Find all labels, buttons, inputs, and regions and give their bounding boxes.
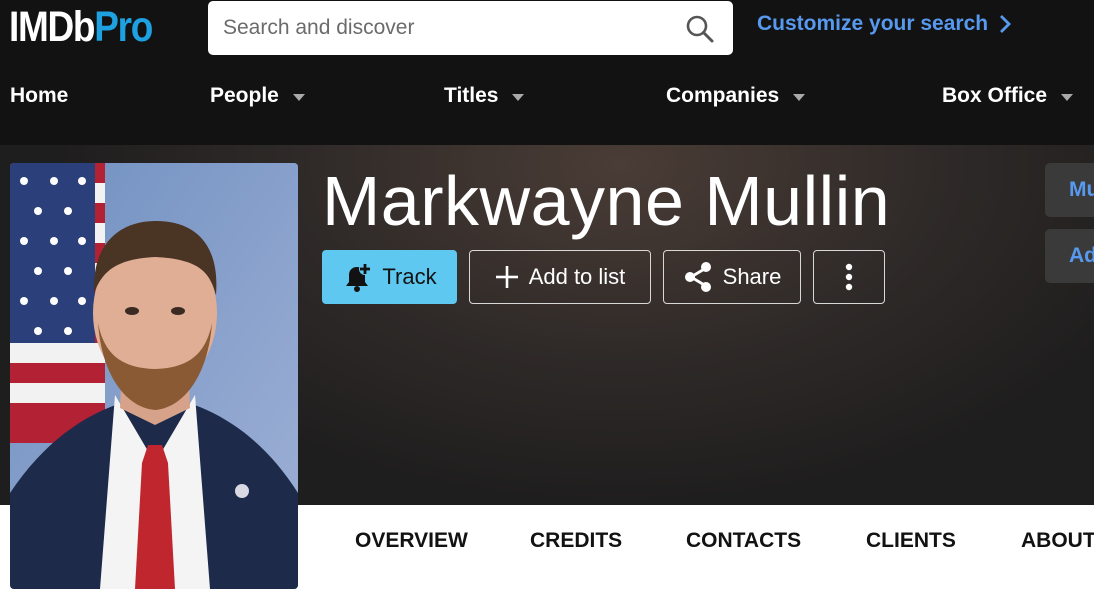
side-action-label-2: Ad: [1069, 244, 1094, 267]
nav-titles-label: Titles: [444, 84, 499, 107]
profile-name: Markwayne Mullin: [322, 162, 891, 240]
nav-box-office[interactable]: Box Office: [942, 84, 1074, 108]
search-input[interactable]: [221, 15, 661, 41]
customize-search-label: Customize your search: [757, 12, 989, 35]
nav-people[interactable]: People: [210, 84, 305, 108]
nav-companies[interactable]: Companies: [666, 84, 806, 108]
logo-pro-text: Pro: [94, 3, 153, 51]
add-to-list-label: Add to list: [528, 264, 626, 289]
caret-down-icon: [512, 93, 525, 101]
add-to-list-button[interactable]: Add to list: [469, 250, 651, 304]
nav-people-label: People: [210, 84, 279, 107]
chevron-right-icon: [1000, 15, 1012, 33]
nav-box-office-label: Box Office: [942, 84, 1048, 107]
search-bar[interactable]: [208, 1, 733, 55]
nav-titles[interactable]: Titles: [444, 84, 525, 108]
side-action-button-2[interactable]: Ad: [1045, 229, 1094, 283]
search-icon[interactable]: [685, 14, 715, 44]
kebab-menu-icon: [845, 263, 853, 291]
tab-overview[interactable]: OVERVIEW: [355, 529, 468, 553]
caret-down-icon: [1061, 93, 1074, 101]
more-options-button[interactable]: [813, 250, 885, 304]
share-label: Share: [722, 264, 782, 289]
nav-home-label: Home: [10, 84, 69, 107]
plus-icon: [495, 266, 518, 288]
tab-credits[interactable]: CREDITS: [530, 529, 622, 553]
nav-home[interactable]: Home: [10, 84, 68, 108]
share-button[interactable]: Share: [663, 250, 801, 304]
share-icon: [684, 262, 711, 292]
caret-down-icon: [292, 93, 305, 101]
customize-search-link[interactable]: Customize your search: [757, 12, 1012, 36]
tab-about[interactable]: ABOUT: [1021, 529, 1094, 553]
logo-imdb-text: IMDb: [9, 3, 96, 51]
imdbpro-logo[interactable]: IMDbPro: [9, 3, 153, 51]
tab-contacts[interactable]: CONTACTS: [686, 529, 801, 553]
side-action-label-1: Mu: [1069, 178, 1094, 201]
bell-plus-icon: [346, 263, 372, 292]
profile-photo[interactable]: [10, 163, 298, 589]
track-button[interactable]: Track: [322, 250, 457, 304]
caret-down-icon: [793, 93, 806, 101]
top-bar: IMDbPro Customize your search Home Peopl…: [0, 0, 1094, 145]
main-nav: Home People Titles Companies Box Office: [0, 70, 1094, 126]
tab-clients[interactable]: CLIENTS: [866, 529, 956, 553]
portrait-image: [10, 163, 298, 589]
nav-companies-label: Companies: [666, 84, 780, 107]
side-action-button-1[interactable]: Mu: [1045, 163, 1094, 217]
track-label: Track: [382, 264, 437, 289]
